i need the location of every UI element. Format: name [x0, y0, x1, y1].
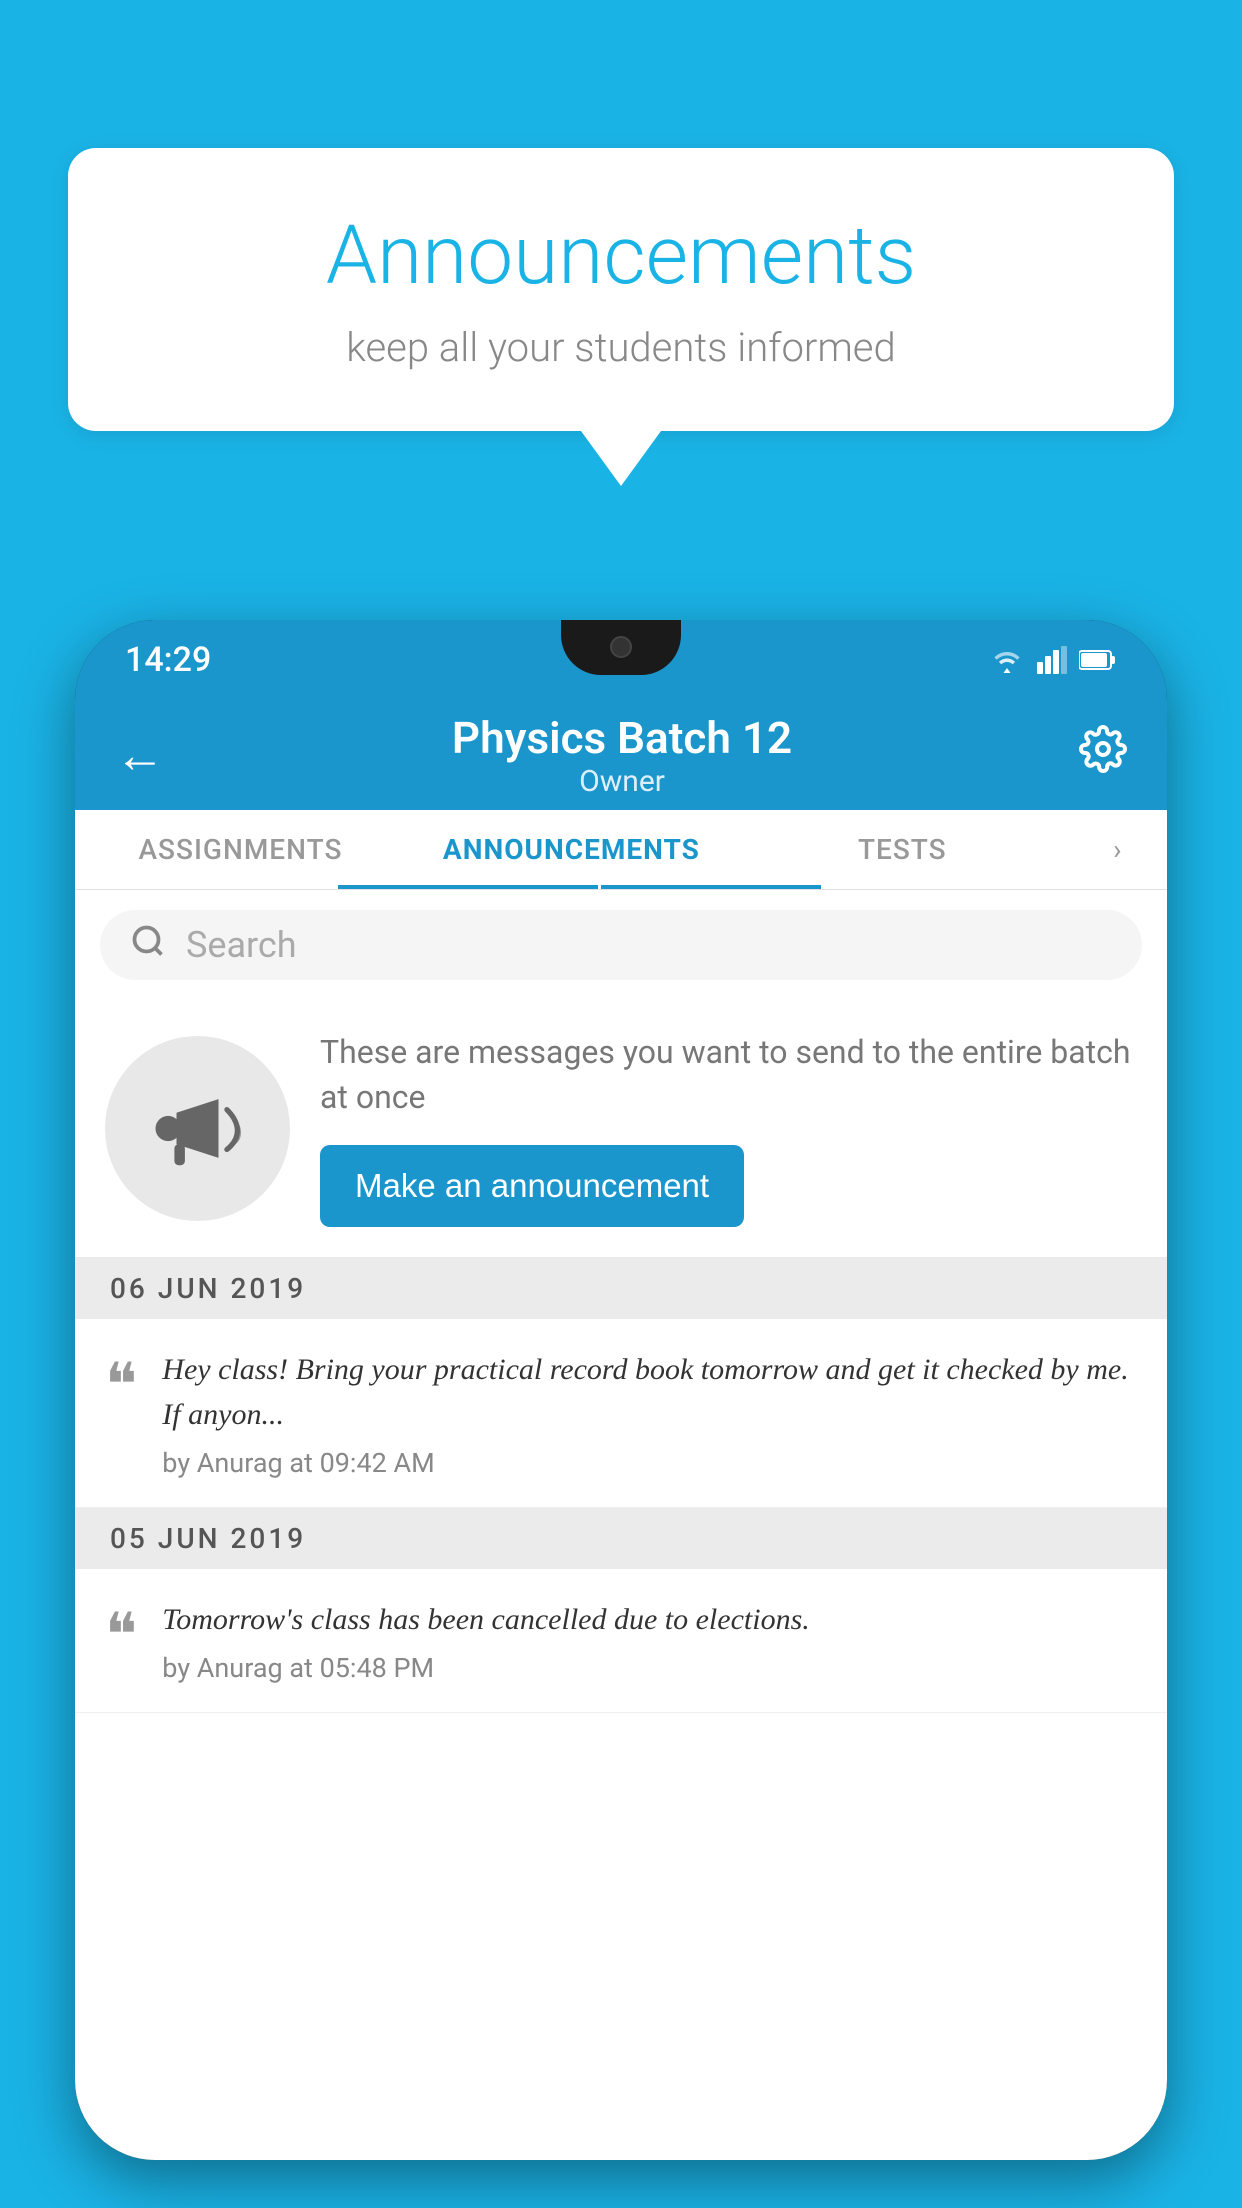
search-icon: [130, 923, 166, 968]
notch: [561, 620, 681, 675]
search-bar-wrapper: Search: [75, 890, 1167, 1000]
battery-icon: [1079, 649, 1117, 671]
promo-icon-circle: [105, 1036, 290, 1221]
tab-active-underline: [338, 885, 598, 889]
speech-bubble-card: Announcements keep all your students inf…: [68, 148, 1174, 431]
megaphone-icon: [145, 1076, 250, 1181]
make-announcement-button[interactable]: Make an announcement: [320, 1145, 744, 1227]
promo-description: These are messages you want to send to t…: [320, 1030, 1137, 1120]
speech-bubble-title: Announcements: [148, 208, 1094, 304]
announcement-item-2[interactable]: ❝ Tomorrow's class has been cancelled du…: [75, 1569, 1167, 1713]
quote-icon-2: ❝: [105, 1605, 137, 1665]
tab-announcements[interactable]: ANNOUNCEMENTS: [406, 810, 737, 889]
tab-assignments[interactable]: ASSIGNMENTS: [75, 810, 406, 889]
announcement-text-1: Hey class! Bring your practical record b…: [162, 1347, 1137, 1437]
app-header: ← Physics Batch 12 Owner: [75, 700, 1167, 810]
tab-more[interactable]: ›: [1068, 810, 1167, 889]
announcement-content-2: Tomorrow's class has been cancelled due …: [162, 1597, 1137, 1684]
search-bar[interactable]: Search: [100, 910, 1142, 980]
header-title: Physics Batch 12: [452, 712, 792, 764]
quote-icon-1: ❝: [105, 1355, 137, 1415]
header-center: Physics Batch 12 Owner: [452, 712, 792, 799]
wifi-icon: [989, 646, 1025, 674]
phone-screen: ← Physics Batch 12 Owner ASSIGNMENTS ANN…: [75, 700, 1167, 2160]
status-bar: 14:29: [75, 620, 1167, 700]
speech-bubble-subtitle: keep all your students informed: [148, 324, 1094, 371]
announcement-author-1: by Anurag at 09:42 AM: [162, 1447, 1137, 1479]
speech-bubble-tail: [581, 431, 661, 486]
status-time: 14:29: [125, 640, 211, 680]
tabs-bar: ASSIGNMENTS ANNOUNCEMENTS TESTS ›: [75, 810, 1167, 890]
camera: [610, 636, 632, 658]
announcement-content-1: Hey class! Bring your practical record b…: [162, 1347, 1137, 1479]
speech-bubble-section: Announcements keep all your students inf…: [68, 148, 1174, 486]
announcement-item-1[interactable]: ❝ Hey class! Bring your practical record…: [75, 1319, 1167, 1508]
promo-right: These are messages you want to send to t…: [320, 1030, 1137, 1227]
promo-section: These are messages you want to send to t…: [75, 1000, 1167, 1258]
announcement-text-2: Tomorrow's class has been cancelled due …: [162, 1597, 1137, 1642]
back-button[interactable]: ←: [115, 726, 165, 785]
status-icons: [989, 646, 1117, 674]
announcement-author-2: by Anurag at 05:48 PM: [162, 1652, 1137, 1684]
date-separator-1: 06 JUN 2019: [75, 1258, 1167, 1319]
tab-tests[interactable]: TESTS: [737, 810, 1068, 889]
phone-device: 14:29: [75, 620, 1167, 2160]
date-separator-2: 05 JUN 2019: [75, 1508, 1167, 1569]
phone-wrapper: 14:29: [75, 620, 1167, 2208]
signal-icon: [1037, 646, 1067, 674]
header-subtitle: Owner: [452, 764, 792, 799]
settings-icon[interactable]: [1079, 725, 1127, 785]
search-placeholder: Search: [186, 924, 297, 966]
